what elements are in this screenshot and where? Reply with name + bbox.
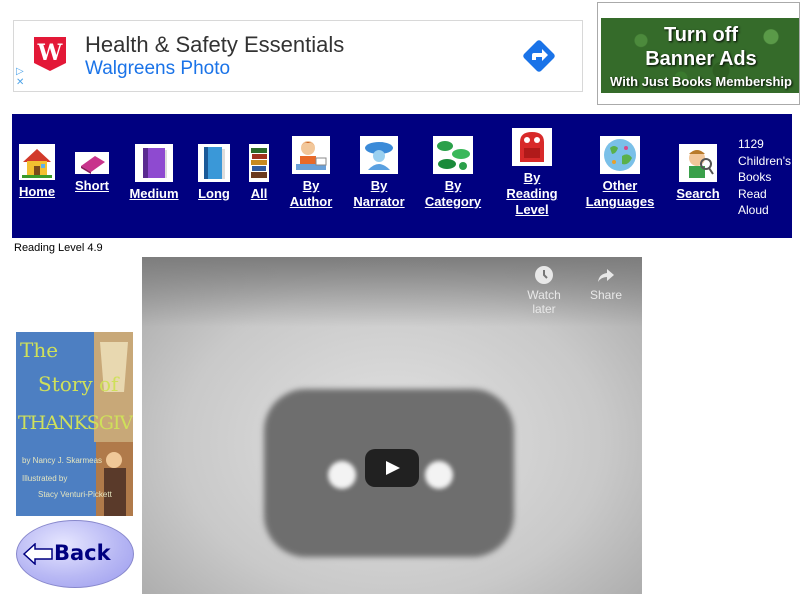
nav-home-label: Home: [18, 184, 56, 199]
nav-by-author-label1: By: [302, 178, 320, 193]
nav-by-category-label1: By: [444, 178, 462, 193]
nav-home[interactable]: Home: [18, 144, 56, 200]
purple-book-icon: [135, 144, 173, 182]
cover-illustrated-by: Illustrated by: [22, 474, 68, 483]
ad-subtitle[interactable]: Walgreens Photo: [85, 58, 230, 80]
nav-by-category[interactable]: By Category: [422, 136, 484, 210]
directions-icon[interactable]: [519, 36, 559, 76]
back-button-label: Back: [54, 541, 111, 565]
nav-long[interactable]: Long: [196, 144, 232, 202]
nav-other-languages[interactable]: Other Languages: [584, 136, 656, 210]
nav-short-label: Short: [75, 178, 109, 193]
cover-author: by Nancy J. Skarmeas: [22, 456, 103, 465]
nav-by-narrator-label1: By: [370, 178, 388, 193]
blue-book-icon: [198, 144, 230, 182]
pink-book-icon: [75, 152, 109, 174]
reading-level-text: Reading Level 4.9: [14, 242, 103, 254]
play-button[interactable]: [365, 449, 419, 487]
nav-medium-label: Medium: [129, 186, 179, 201]
nav-medium[interactable]: Medium: [128, 144, 180, 202]
banner-line2: Banner Ads: [645, 48, 757, 70]
book-stack-icon: [249, 144, 269, 182]
clock-icon: [535, 266, 553, 284]
nav-by-author-label2: Author: [289, 194, 333, 209]
nav-all-label: All: [250, 186, 268, 201]
banner-image: Turn off Banner Ads With Just Books Memb…: [601, 18, 799, 93]
nav-by-narrator-label2: Narrator: [353, 194, 405, 209]
back-button[interactable]: Back: [16, 520, 134, 588]
share-button[interactable]: Share: [584, 265, 628, 302]
house-icon: [19, 144, 55, 180]
cover-title-thanksgiving: THANKSGIVING: [18, 412, 133, 434]
walgreens-logo-icon: W: [34, 37, 66, 71]
book-cover: The Story of THANKSGIVING by Nancy J. Sk…: [16, 332, 133, 516]
nav-by-reading-level-label3: Level: [515, 202, 549, 217]
nav-search-label: Search: [676, 186, 720, 201]
cover-title-the: The: [20, 338, 59, 362]
share-label: Share: [589, 288, 623, 302]
author-icon: [292, 136, 330, 174]
share-arrow-icon: [598, 269, 614, 282]
cover-title-story-of: Story of: [38, 372, 119, 396]
nav-other-languages-label2: Languages: [585, 194, 655, 209]
category-icon: [433, 136, 473, 174]
watch-later-label: Watch later: [527, 288, 561, 316]
banner-line3: With Just Books Membership: [610, 74, 792, 89]
banner-line1: Turn off: [663, 24, 739, 46]
backpack-icon: [512, 128, 552, 166]
nav-by-reading-level[interactable]: By Reading Level: [504, 128, 560, 218]
nav-by-reading-level-label2: Reading: [506, 186, 558, 201]
globe-icon: [600, 136, 640, 174]
cover-illustrator: Stacy Venturi-Pickett: [38, 490, 112, 499]
narrator-icon: [360, 136, 398, 174]
video-player[interactable]: Watch later Share: [142, 257, 642, 594]
nav-short[interactable]: Short: [74, 152, 110, 194]
turn-off-banner-ads[interactable]: Turn off Banner Ads With Just Books Memb…: [597, 2, 800, 105]
nav-by-author[interactable]: By Author: [288, 136, 334, 210]
main-nav: Home Short Medium Long All By Author By …: [12, 114, 792, 238]
book-count: 1129 Children's Books Read Aloud: [738, 137, 791, 217]
search-kid-icon: [679, 144, 717, 182]
nav-by-category-label2: Category: [424, 194, 482, 209]
watch-later-button[interactable]: Watch later: [516, 265, 572, 316]
nav-all[interactable]: All: [248, 144, 270, 202]
nav-other-languages-label1: Other: [602, 178, 638, 193]
back-arrow-icon: [23, 543, 53, 565]
svg-text:W: W: [37, 40, 63, 66]
ad-title[interactable]: Health & Safety Essentials: [85, 32, 344, 58]
nav-search[interactable]: Search: [674, 144, 722, 202]
adchoices-icon[interactable]: ▷ ✕: [16, 66, 24, 88]
nav-by-reading-level-label1: By: [523, 170, 541, 185]
nav-by-narrator[interactable]: By Narrator: [352, 136, 406, 210]
nav-long-label: Long: [198, 186, 230, 201]
walgreens-ad[interactable]: W Health & Safety Essentials Walgreens P…: [13, 20, 583, 92]
